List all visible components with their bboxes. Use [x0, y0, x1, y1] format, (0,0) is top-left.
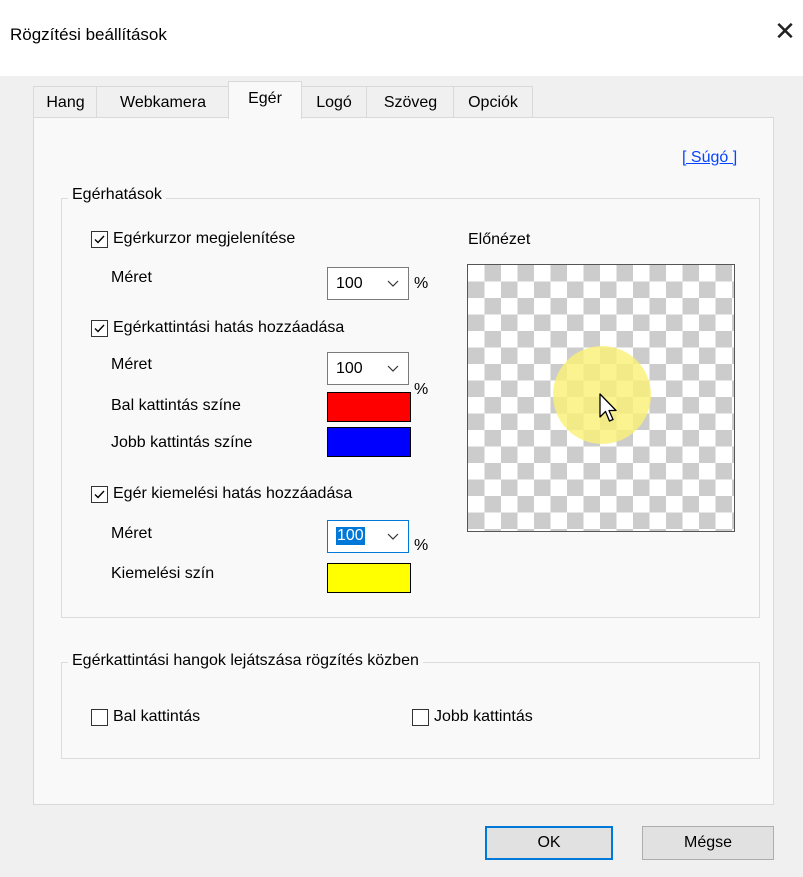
chevron-down-icon [387, 280, 399, 287]
highlight-size-unit: % [414, 537, 429, 554]
left-click-sound-checkbox[interactable] [91, 709, 108, 726]
cancel-button[interactable]: Mégse [642, 826, 774, 860]
tab-opciok[interactable]: Opciók [453, 86, 533, 118]
chevron-down-icon [387, 365, 399, 372]
tab-hang[interactable]: Hang [33, 86, 98, 118]
left-click-sound-label: Bal kattintás [113, 708, 201, 725]
window-title: Rögzítési beállítások [10, 25, 167, 44]
highlight-size-label: Méret [111, 525, 152, 542]
left-click-color-label: Bal kattintás színe [111, 397, 241, 414]
click-effect-checkbox[interactable] [91, 320, 108, 337]
click-size-unit: % [414, 381, 429, 398]
preview-label: Előnézet [468, 231, 531, 248]
click-sounds-title: Egérkattintási hangok lejátszása rögzíté… [68, 652, 423, 670]
left-click-color-swatch[interactable] [327, 392, 411, 422]
click-size-label: Méret [111, 356, 152, 373]
checkmark-icon [94, 490, 105, 499]
tab-logo[interactable]: Logó [300, 86, 368, 118]
tab-szoveg[interactable]: Szöveg [366, 86, 455, 118]
click-size-value: 100 [336, 360, 363, 377]
show-cursor-label: Egérkurzor megjelenítése [113, 230, 296, 247]
mouse-effects-title: Egérhatások [68, 186, 166, 204]
click-size-combo[interactable]: 100 [327, 352, 409, 385]
highlight-color-swatch[interactable] [327, 563, 411, 593]
right-click-sound-label: Jobb kattintás [434, 708, 533, 725]
cursor-size-label: Méret [111, 269, 152, 286]
cursor-arrow-icon [599, 393, 617, 422]
cursor-size-unit: % [414, 275, 429, 292]
right-click-color-label: Jobb kattintás színe [111, 434, 253, 451]
help-link[interactable]: [ Súgó ] [682, 149, 737, 167]
highlight-color-label: Kiemelési szín [111, 565, 215, 582]
highlight-size-combo[interactable]: 100 [327, 520, 409, 553]
checkmark-icon [94, 235, 105, 244]
tab-webkamera[interactable]: Webkamera [96, 86, 230, 118]
show-cursor-checkbox[interactable] [91, 231, 108, 248]
highlight-effect-checkbox[interactable] [91, 486, 108, 503]
chevron-down-icon [387, 533, 399, 540]
cursor-size-combo[interactable]: 100 [327, 267, 409, 300]
ok-button[interactable]: OK [485, 826, 613, 860]
right-click-sound-checkbox[interactable] [412, 709, 429, 726]
preview-canvas [467, 264, 735, 532]
highlight-size-value[interactable]: 100 [336, 527, 365, 545]
highlight-effect-label: Egér kiemelési hatás hozzáadása [113, 485, 353, 502]
checkmark-icon [94, 324, 105, 333]
cursor-size-value: 100 [336, 275, 363, 292]
click-effect-label: Egérkattintási hatás hozzáadása [113, 319, 345, 336]
tab-eger[interactable]: Egér [228, 81, 302, 119]
right-click-color-swatch[interactable] [327, 427, 411, 457]
close-icon[interactable]: ✕ [770, 16, 800, 46]
